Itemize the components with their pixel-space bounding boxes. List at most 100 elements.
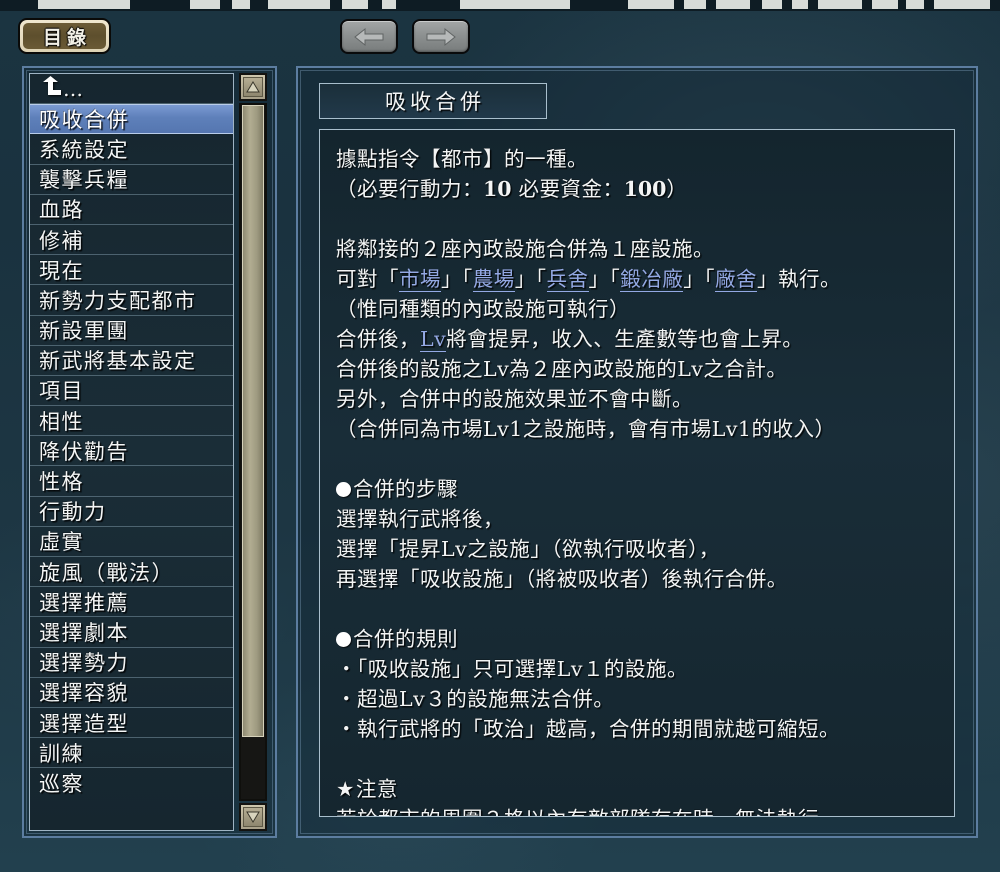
navigation-list: … 吸收合併 系統設定襲擊兵糧 血路修補現在新勢力支配都市新設軍團新武將基本設定 項目… bbox=[29, 73, 234, 831]
menu-button[interactable]: 目錄 bbox=[18, 18, 111, 54]
scrollbar-thumb[interactable] bbox=[242, 105, 265, 737]
scroll-up-button[interactable] bbox=[239, 73, 268, 101]
sidebar-item[interactable]: 行動力 bbox=[30, 497, 233, 527]
text-run: 」「 bbox=[441, 267, 473, 291]
sidebar-item[interactable]: 選擇造型 bbox=[30, 708, 233, 739]
sidebar-item-label: 選擇勢力 bbox=[39, 651, 129, 676]
note-heading: ★注意 bbox=[336, 774, 938, 804]
scrollbar-track[interactable] bbox=[239, 103, 268, 801]
body-text-line: 另外，合併中的設施效果並不會中斷。 bbox=[336, 384, 938, 414]
text-run: 合併後的設施之Lv為２座內政設施的Lv之合計。 bbox=[336, 357, 788, 381]
list-scrollbar[interactable] bbox=[237, 73, 270, 831]
inline-link[interactable]: 農場 bbox=[472, 267, 515, 292]
sidebar-item[interactable]: 降伏勸告 bbox=[30, 436, 233, 467]
text-spacer bbox=[336, 444, 938, 474]
sidebar-item[interactable]: 系統設定 bbox=[30, 134, 233, 165]
body-text-line: （合併同為市場Lv1之設施時，會有市場Lv1的收入） bbox=[336, 414, 938, 444]
sidebar-item-label: 新武將基本設定 bbox=[39, 349, 197, 374]
inline-link[interactable]: Lv bbox=[420, 327, 447, 352]
up-level-label: … bbox=[39, 76, 83, 101]
text-run: 若於都市的周圍２格以內有敵部隊存在時，無法執行。 bbox=[336, 807, 840, 816]
sidebar-item-label: 相性 bbox=[39, 409, 84, 434]
body-text-line: 合併後，Lv將會提昇，收入、生產數等也會上昇。 bbox=[336, 324, 938, 354]
sidebar-item-label: 巡察 bbox=[39, 772, 84, 797]
section-heading: 合併的規則 bbox=[336, 624, 938, 654]
sidebar-item-label: 選擇推薦 bbox=[39, 590, 129, 615]
sidebar-item-label: 新勢力支配都市 bbox=[39, 288, 197, 313]
content-title-label: 吸收合併 bbox=[385, 90, 485, 114]
left-arrow-icon bbox=[354, 27, 384, 46]
toolbar: 目錄 bbox=[0, 16, 1000, 62]
sidebar-item[interactable]: 吸收合併 bbox=[30, 104, 233, 135]
sidebar-item[interactable]: 血路 bbox=[30, 195, 233, 225]
sidebar-item[interactable]: 選擇勢力 bbox=[30, 648, 233, 678]
sidebar-item[interactable]: 選擇容貌 bbox=[30, 678, 233, 708]
text-run: 」「 bbox=[683, 267, 715, 291]
scroll-down-button[interactable] bbox=[239, 803, 268, 831]
sidebar-item[interactable]: 訓練 bbox=[30, 738, 233, 769]
text-run: 合併後， bbox=[336, 327, 420, 351]
text-run: ） bbox=[666, 177, 688, 201]
text-run: 」「 bbox=[588, 267, 621, 291]
sidebar-item-label: 現在 bbox=[39, 258, 84, 283]
sidebar-item[interactable]: 新武將基本設定 bbox=[30, 346, 233, 376]
sidebar-item-label: 修補 bbox=[39, 228, 84, 253]
bullet-circle-icon bbox=[336, 482, 351, 497]
right-arrow-icon bbox=[426, 27, 456, 46]
inline-link[interactable]: 兵舍 bbox=[546, 267, 589, 292]
sidebar-item-label: 吸收合併 bbox=[39, 108, 129, 133]
sidebar-item[interactable]: 性格 bbox=[30, 466, 233, 497]
body-text-line: 合併後的設施之Lv為２座內政設施的Lv之合計。 bbox=[336, 354, 938, 384]
sidebar-item[interactable]: 修補 bbox=[30, 225, 233, 256]
sidebar-item[interactable]: 巡察 bbox=[30, 768, 233, 798]
text-run: 」執行。 bbox=[757, 267, 841, 291]
text-run: ・超過Lv３的設施無法合併。 bbox=[336, 687, 615, 711]
sidebar-item[interactable]: 相性 bbox=[30, 406, 233, 437]
sidebar-item[interactable]: 選擇劇本 bbox=[30, 617, 233, 648]
sidebar-item-label: 項目 bbox=[39, 379, 84, 404]
sidebar-item-label: 行動力 bbox=[39, 500, 107, 525]
sidebar-item-label: 降伏勸告 bbox=[39, 439, 129, 464]
sidebar-item[interactable]: 選擇推薦 bbox=[30, 587, 233, 618]
inline-link[interactable]: 市場 bbox=[399, 267, 441, 292]
sidebar-item-label: 襲擊兵糧 bbox=[39, 168, 129, 193]
sidebar-item[interactable]: 旋風（戰法） bbox=[30, 557, 233, 588]
next-page-button[interactable] bbox=[412, 19, 470, 54]
text-run: 據點指令【都市】的一種。 bbox=[336, 147, 588, 171]
sidebar-item[interactable]: 新設軍團 bbox=[30, 316, 233, 346]
text-spacer bbox=[336, 204, 938, 234]
body-text-line: （惟同種類的內政設施可執行） bbox=[336, 294, 938, 324]
inline-link[interactable]: 廠舍 bbox=[715, 267, 757, 292]
content-body: 據點指令【都市】的一種。 （必要行動力：10 必要資金：100） 將鄰接的２座內政設… bbox=[319, 129, 955, 817]
menu-button-label: 目錄 bbox=[42, 26, 91, 49]
body-text-line: 選擇「提昇Lv之設施」（欲執行吸收者）， bbox=[336, 534, 938, 564]
sidebar-item[interactable]: 現在 bbox=[30, 255, 233, 286]
body-text-line: 再選擇「吸收設施」（將被吸收者）後執行合併。 bbox=[336, 564, 938, 594]
body-text-line: ・執行武將的「政治」越高，合併的期間就越可縮短。 bbox=[336, 714, 938, 744]
prev-page-button[interactable] bbox=[340, 19, 398, 54]
body-text-line: 將鄰接的２座內政設施合併為１座設施。 bbox=[336, 234, 938, 264]
sidebar-item[interactable]: 項目 bbox=[30, 376, 233, 407]
content-title: 吸收合併 bbox=[319, 83, 547, 119]
text-run: 將鄰接的２座內政設施合併為１座設施。 bbox=[336, 237, 714, 261]
numeric-value: 10 bbox=[483, 177, 512, 201]
text-run: 可對「 bbox=[336, 267, 399, 291]
text-run: （惟同種類的內政設施可執行） bbox=[336, 297, 630, 321]
sidebar-item-label: 性格 bbox=[39, 470, 84, 495]
top-cutoff-strip bbox=[0, 0, 1000, 11]
text-run: （必要行動力： bbox=[336, 177, 483, 201]
sidebar-item-label: 選擇容貌 bbox=[39, 681, 129, 706]
inline-link[interactable]: 鍛冶廠 bbox=[620, 267, 684, 292]
sidebar-item[interactable]: 新勢力支配都市 bbox=[30, 285, 233, 316]
sidebar-item[interactable]: 襲擊兵糧 bbox=[30, 165, 233, 195]
list-item-up-level[interactable]: … bbox=[30, 74, 233, 105]
text-run: 必要資金： bbox=[511, 177, 624, 201]
sidebar-item[interactable]: 虛實 bbox=[30, 527, 233, 557]
text-run: 選擇執行武將後， bbox=[336, 507, 504, 531]
text-run: ・執行武將的「政治」越高，合併的期間就越可縮短。 bbox=[336, 717, 840, 741]
text-run: 選擇「提昇Lv之設施」（欲執行吸收者）， bbox=[336, 537, 720, 561]
body-text-line: 選擇執行武將後， bbox=[336, 504, 938, 534]
numeric-value: 100 bbox=[623, 177, 667, 201]
text-run: ・「吸收設施」只可選擇Lv１的設施。 bbox=[336, 657, 688, 681]
navigation-list-panel: … 吸收合併 系統設定襲擊兵糧 血路修補現在新勢力支配都市新設軍團新武將基本設定 項目… bbox=[22, 66, 277, 838]
